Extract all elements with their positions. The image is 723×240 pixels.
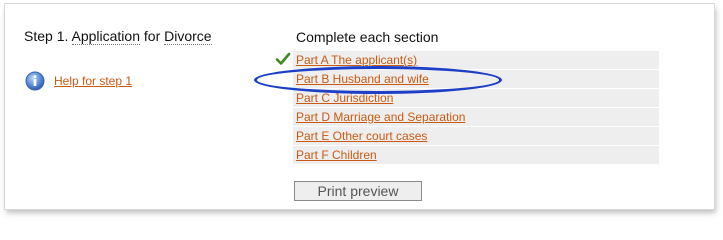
- step-prefix: Step 1.: [24, 28, 69, 44]
- step-word-application: Application: [71, 28, 140, 45]
- section-item-part-b: Part B Husband and wife: [293, 70, 659, 88]
- step-word-for: for: [143, 28, 161, 44]
- section-link-part-c[interactable]: Part C Jurisdiction: [296, 91, 393, 105]
- section-list: Part A The applicant(s) Part B Husband a…: [293, 51, 659, 165]
- section-link-part-e[interactable]: Part E Other court cases: [296, 129, 427, 143]
- step-word-divorce: Divorce: [164, 28, 212, 45]
- section-link-part-f[interactable]: Part F Children: [296, 148, 377, 162]
- section-item-part-c: Part C Jurisdiction: [293, 89, 659, 107]
- section-item-part-d: Part D Marriage and Separation: [293, 108, 659, 126]
- application-panel: Step 1. Application for Divorce Help for…: [4, 3, 715, 210]
- print-preview-button[interactable]: Print preview: [294, 181, 422, 201]
- help-row: Help for step 1: [25, 71, 132, 91]
- info-icon[interactable]: [25, 71, 45, 91]
- checkmark-icon: [275, 51, 291, 67]
- section-link-part-a[interactable]: Part A The applicant(s): [296, 53, 417, 67]
- section-item-part-a: Part A The applicant(s): [293, 51, 659, 69]
- help-link[interactable]: Help for step 1: [54, 74, 132, 88]
- section-link-part-d[interactable]: Part D Marriage and Separation: [296, 110, 465, 124]
- step-title: Step 1. Application for Divorce: [24, 28, 212, 45]
- section-item-part-e: Part E Other court cases: [293, 127, 659, 145]
- section-item-part-f: Part F Children: [293, 146, 659, 164]
- sections-heading: Complete each section: [296, 29, 439, 45]
- section-link-part-b[interactable]: Part B Husband and wife: [296, 72, 429, 86]
